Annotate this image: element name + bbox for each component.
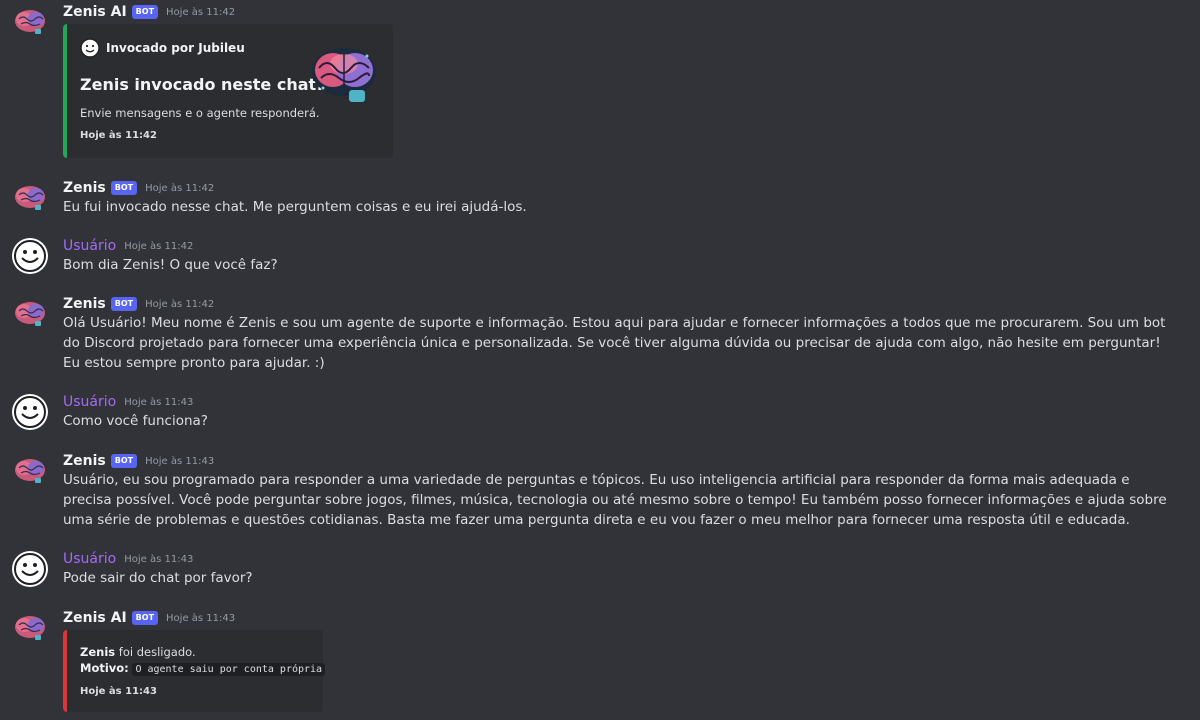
bot-avatar[interactable] bbox=[12, 4, 48, 40]
author-name[interactable]: Usuário bbox=[63, 238, 116, 254]
embed-author: Invocado por Jubileu bbox=[80, 38, 245, 58]
smiley-icon bbox=[80, 38, 100, 58]
bot-tag: BOT bbox=[110, 181, 138, 195]
message-content: Usuário, eu sou programado para responde… bbox=[63, 472, 1167, 528]
author-name[interactable]: Usuário bbox=[63, 551, 116, 567]
bot-tag: BOT bbox=[131, 611, 159, 625]
embed-author-name: Invocado por Jubileu bbox=[106, 41, 245, 55]
smiley-icon bbox=[14, 553, 46, 585]
embed-reason-label: Motivo: bbox=[80, 661, 129, 675]
embed-footer: Hoje às 11:43 bbox=[80, 686, 157, 697]
timestamp[interactable]: Hoje às 11:42 bbox=[145, 299, 214, 310]
embed-status-text: foi desligado. bbox=[115, 645, 196, 659]
bot-tag: BOT bbox=[110, 297, 138, 311]
brain-icon bbox=[15, 302, 45, 326]
timestamp[interactable]: Hoje às 11:42 bbox=[145, 183, 214, 194]
timestamp[interactable]: Hoje às 11:43 bbox=[166, 613, 235, 624]
embed-status-line: Zenis foi desligado. bbox=[80, 645, 196, 659]
embed-card: Zenis foi desligado. Motivo: O agente sa… bbox=[63, 630, 326, 712]
bot-avatar[interactable] bbox=[12, 610, 48, 646]
user-avatar[interactable] bbox=[12, 238, 48, 274]
message-content: Como você funciona? bbox=[63, 413, 208, 429]
message-content: Pode sair do chat por favor? bbox=[63, 570, 253, 586]
author-name[interactable]: Usuário bbox=[63, 394, 116, 410]
message-content: Bom dia Zenis! O que você faz? bbox=[63, 257, 278, 273]
author-name[interactable]: Zenis AI bbox=[63, 4, 127, 20]
brain-icon bbox=[15, 186, 45, 210]
author-name[interactable]: Zenis bbox=[63, 180, 106, 196]
brain-icon[interactable] bbox=[309, 44, 379, 106]
bot-tag: BOT bbox=[131, 5, 159, 19]
timestamp[interactable]: Hoje às 11:43 bbox=[124, 397, 193, 408]
bot-tag: BOT bbox=[110, 454, 138, 468]
timestamp[interactable]: Hoje às 11:42 bbox=[166, 7, 235, 18]
user-avatar[interactable] bbox=[12, 551, 48, 587]
author-name[interactable]: Zenis AI bbox=[63, 610, 127, 626]
timestamp[interactable]: Hoje às 11:43 bbox=[145, 456, 214, 467]
user-avatar[interactable] bbox=[12, 394, 48, 430]
embed-description: Envie mensagens e o agente responderá. bbox=[80, 106, 320, 120]
author-name[interactable]: Zenis bbox=[63, 296, 106, 312]
message-content: Eu fui invocado nesse chat. Me perguntem… bbox=[63, 199, 527, 215]
embed-bold-name: Zenis bbox=[80, 645, 116, 659]
bot-avatar[interactable] bbox=[12, 296, 48, 332]
timestamp[interactable]: Hoje às 11:43 bbox=[124, 554, 193, 565]
embed-reason-line: Motivo: O agente saiu por conta própria bbox=[80, 661, 326, 676]
bot-avatar[interactable] bbox=[12, 180, 48, 216]
timestamp[interactable]: Hoje às 11:42 bbox=[124, 241, 193, 252]
bot-avatar[interactable] bbox=[12, 453, 48, 489]
brain-icon bbox=[15, 10, 45, 34]
smiley-icon bbox=[14, 396, 46, 428]
author-name[interactable]: Zenis bbox=[63, 453, 106, 469]
embed-title: Zenis invocado neste chat! bbox=[80, 75, 324, 94]
brain-icon bbox=[15, 459, 45, 483]
smiley-icon bbox=[14, 240, 46, 272]
embed-reason-code: O agente saiu por conta própria bbox=[132, 663, 326, 676]
embed-footer: Hoje às 11:42 bbox=[80, 130, 157, 141]
brain-icon bbox=[15, 616, 45, 640]
message-content: Olá Usuário! Meu nome é Zenis e sou um a… bbox=[63, 315, 1166, 371]
embed-card: Invocado por Jubileu Zenis invocado nest… bbox=[63, 24, 393, 158]
